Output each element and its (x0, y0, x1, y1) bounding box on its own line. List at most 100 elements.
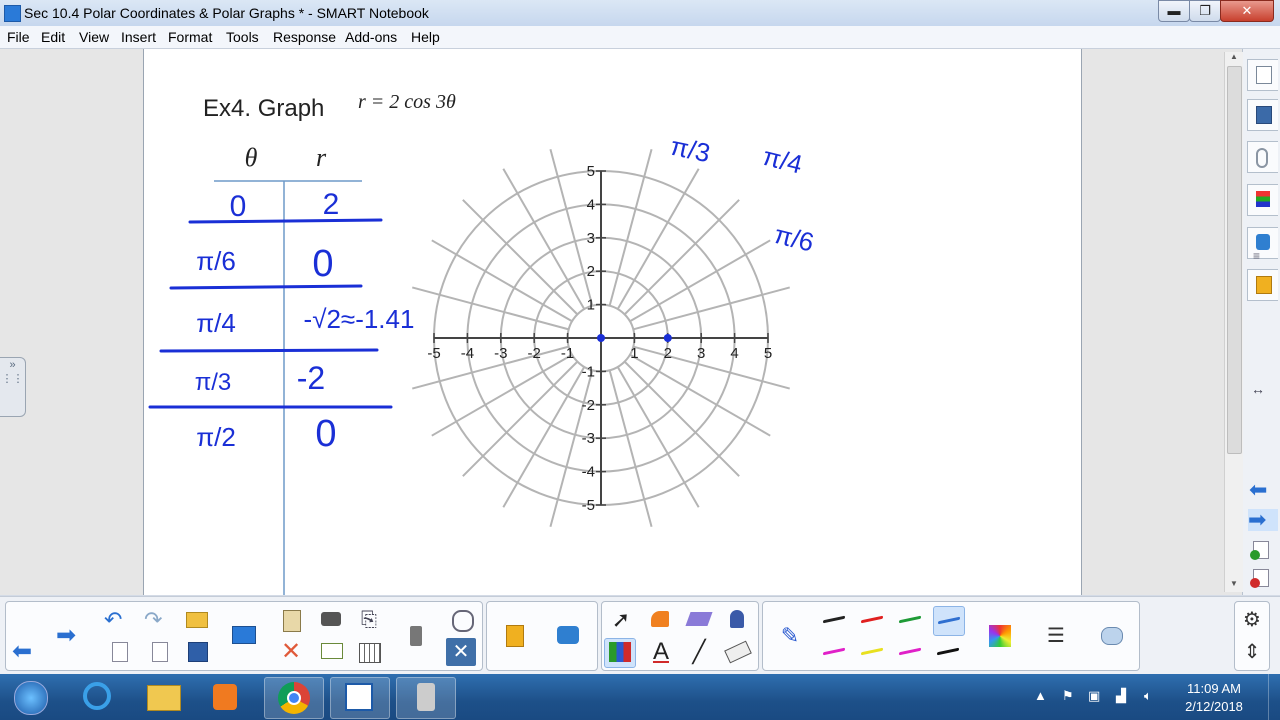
previous-page-icon[interactable]: ⬅ (1249, 479, 1277, 501)
close-button[interactable]: ✕ (1220, 0, 1274, 22)
settings-gear-icon[interactable]: ⚙ (1237, 606, 1267, 634)
taskbar-smart-notebook[interactable] (330, 677, 390, 719)
lesson-activity-icon (1256, 276, 1272, 294)
screen-capture-button[interactable] (316, 606, 346, 634)
pen-swatch-8[interactable] (933, 638, 963, 666)
close-toolbar-button[interactable]: ✕ (446, 638, 476, 666)
pen-type-button[interactable]: ✎ (775, 622, 805, 650)
taskbar-chrome[interactable] (264, 677, 324, 719)
menu-file[interactable]: File (7, 29, 30, 45)
delete-button[interactable]: ✕ (276, 638, 306, 666)
select-tool-button[interactable]: ➚ (606, 606, 636, 634)
network-signal-icon[interactable]: ▟ (1116, 688, 1126, 704)
resize-arrows-icon[interactable]: ↔ (1251, 381, 1265, 397)
menu-insert[interactable]: Insert (121, 29, 156, 45)
x-tick-label: -5 (427, 345, 440, 362)
menu-response[interactable]: Response (273, 29, 336, 45)
paste-button[interactable] (276, 606, 306, 634)
vertical-scrollbar[interactable]: ▲ ▼ (1224, 52, 1243, 592)
start-button[interactable] (2, 677, 60, 717)
shapes-tool-button[interactable] (646, 606, 676, 634)
pen-swatch-1[interactable] (819, 606, 849, 634)
workspace: Ex4. Graph r = 2 cos 3θ θ r 0 2 π/6 0 π/… (0, 49, 1243, 595)
color-palette-button[interactable] (985, 622, 1015, 650)
attachments-tab[interactable] (1247, 141, 1278, 173)
move-toolbar-icon[interactable]: ⇕ (1237, 638, 1267, 666)
insert-table-button[interactable] (354, 638, 384, 666)
menu-view[interactable]: View (79, 29, 109, 45)
pen-swatch-6[interactable] (857, 638, 887, 666)
row4-theta: π/2 (196, 422, 236, 452)
maximize-button[interactable]: ❐ (1189, 0, 1221, 22)
next-page-icon[interactable]: ➡ (1248, 509, 1278, 531)
taskbar-file-explorer[interactable] (134, 677, 192, 717)
pen-swatch-7[interactable] (895, 638, 925, 666)
fill-tool-button[interactable] (722, 606, 752, 634)
volume-icon[interactable]: 🔈︎ (1144, 688, 1152, 704)
row0-r: 2 (323, 188, 340, 221)
previous-page-button[interactable]: ⬅ (12, 638, 42, 666)
clipboard-icon (283, 610, 301, 632)
screen-share-button[interactable] (228, 622, 258, 650)
add-page-icon[interactable] (1250, 541, 1269, 560)
document-camera-button[interactable] (402, 622, 432, 650)
show-hidden-icons[interactable]: ▲ (1034, 688, 1047, 703)
redo-button[interactable]: ↷ (144, 606, 174, 634)
next-page-button[interactable]: ➡ (56, 622, 86, 650)
pen-swatch-3[interactable] (895, 606, 925, 634)
show-desktop-button[interactable] (1268, 674, 1280, 720)
line-tool-button[interactable]: ╱ (684, 638, 714, 666)
addons-button[interactable] (553, 622, 583, 650)
open-file-button[interactable] (182, 606, 212, 634)
pen-swatch-5[interactable] (819, 638, 849, 666)
system-clock[interactable]: 11:09 AM 2/12/2018 (1172, 680, 1256, 716)
properties-tab[interactable] (1247, 184, 1278, 216)
menu-tools[interactable]: Tools (226, 29, 259, 45)
row0-theta: 0 (230, 190, 247, 223)
side-panel-toggle[interactable]: » ⋮⋮ (0, 357, 26, 417)
menu-help[interactable]: Help (411, 29, 440, 45)
pen-swatch-2[interactable] (857, 606, 887, 634)
delete-page-icon (152, 642, 168, 662)
add-page-button[interactable] (104, 638, 134, 666)
page-canvas[interactable]: Ex4. Graph r = 2 cos 3θ θ r 0 2 π/6 0 π/… (144, 49, 1081, 595)
action-center-flag-icon[interactable]: ⚑ (1062, 688, 1074, 704)
lesson-activity-tab[interactable] (1247, 269, 1278, 301)
eraser-tool-button[interactable] (722, 638, 752, 666)
save-button[interactable] (182, 638, 212, 666)
scroll-down-icon[interactable]: ▼ (1225, 579, 1243, 591)
text-tool-button[interactable]: A (646, 638, 676, 666)
polar-radial-line (462, 360, 579, 477)
polar-radial-line (462, 199, 579, 316)
device-icon[interactable]: ▣ (1088, 688, 1100, 704)
transparency-button[interactable] (1097, 622, 1127, 650)
menu-edit[interactable]: Edit (41, 29, 65, 45)
scroll-up-icon[interactable]: ▲ (1225, 52, 1243, 64)
measurement-tools-button[interactable] (446, 606, 476, 634)
minimize-button[interactable]: ▬ (1158, 0, 1190, 22)
notebook-page[interactable]: Ex4. Graph r = 2 cos 3θ θ r 0 2 π/6 0 π/… (143, 49, 1082, 595)
lesson-activity-button[interactable] (499, 622, 529, 650)
delete-page-button[interactable] (144, 638, 174, 666)
undo-button[interactable]: ↶ (104, 606, 134, 634)
eraser-shape-button[interactable] (684, 606, 714, 634)
gallery-tab[interactable] (1247, 99, 1278, 131)
menu-addons[interactable]: Add-ons (345, 29, 397, 45)
sidebar-grip-icon[interactable]: ≡ (1253, 249, 1260, 263)
taskbar-media-player[interactable] (196, 677, 254, 717)
addons-tab[interactable] (1247, 227, 1278, 259)
page-sorter-tab[interactable] (1247, 59, 1278, 91)
delete-page-icon[interactable] (1250, 569, 1269, 588)
pen-swatch-4[interactable] (933, 606, 965, 636)
pens-tool-button[interactable] (604, 638, 636, 668)
menu-format[interactable]: Format (168, 29, 212, 45)
show-hide-button[interactable] (316, 638, 346, 666)
taskbar-internet-explorer[interactable] (68, 677, 126, 717)
line-style-button[interactable]: ☰ (1041, 622, 1071, 650)
screen-shade-button[interactable]: ⎘ (354, 606, 384, 634)
internet-explorer-icon (83, 682, 111, 710)
taskbar-document-camera[interactable] (396, 677, 456, 719)
scroll-thumb[interactable] (1227, 66, 1242, 454)
pens-icon (609, 642, 631, 662)
pen-stroke-icon (899, 615, 921, 624)
